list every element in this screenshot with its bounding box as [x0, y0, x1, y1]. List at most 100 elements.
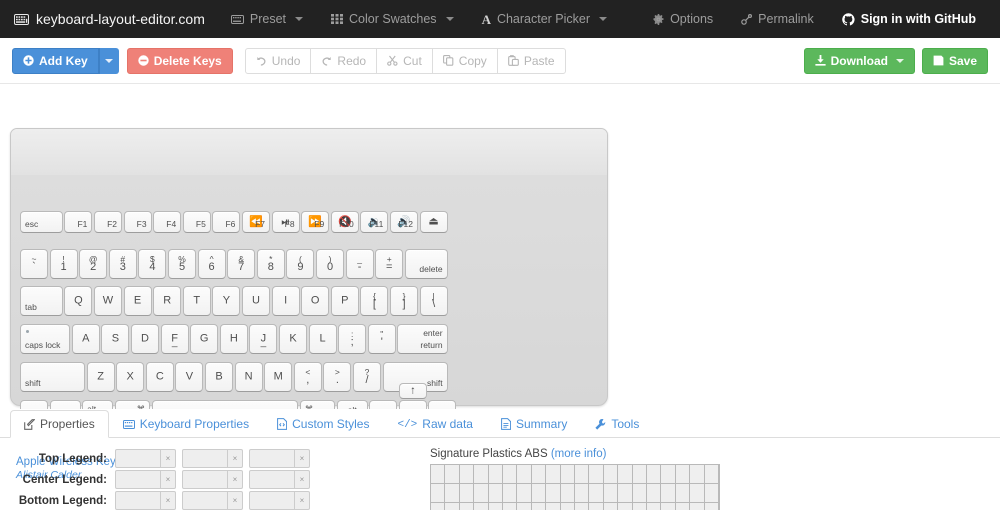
nav-item-character-picker[interactable]: A Character Picker: [468, 0, 621, 38]
cut-button[interactable]: Cut: [376, 48, 433, 74]
swatch-cell[interactable]: [474, 484, 488, 503]
keyboard-key[interactable]: }]: [390, 286, 418, 316]
legend-clear-button[interactable]: ×: [295, 449, 310, 468]
keyboard-key[interactable]: _-: [346, 249, 374, 279]
swatch-cell[interactable]: [474, 465, 488, 484]
swatch-cell[interactable]: [561, 503, 575, 510]
swatch-cell[interactable]: [503, 465, 517, 484]
keyboard-key[interactable]: ↑: [399, 383, 427, 399]
keyboard-key[interactable]: P: [331, 286, 359, 316]
add-key-button[interactable]: Add Key: [12, 48, 99, 74]
swatch-cell[interactable]: [589, 465, 603, 484]
keyboard-key[interactable]: C: [146, 362, 174, 392]
swatch-cell[interactable]: [589, 503, 603, 510]
legend-clear-button[interactable]: ×: [295, 470, 310, 489]
keyboard-canvas[interactable]: escF1F2F3F4F5F6⏪F7⏯F8⏩F9🔇F10🔉F11🔊F12⏏~`!…: [0, 84, 1000, 409]
keyboard-key[interactable]: N: [235, 362, 263, 392]
more-info-link[interactable]: (more info): [551, 448, 607, 460]
swatch-cell[interactable]: [633, 503, 647, 510]
nav-item-options[interactable]: Options: [639, 0, 727, 38]
swatch-cell[interactable]: [561, 465, 575, 484]
paste-button[interactable]: Paste: [497, 48, 566, 74]
keyboard-key[interactable]: ⏩F9: [301, 211, 329, 233]
keyboard-key[interactable]: caps lock: [20, 324, 70, 354]
swatch-cell[interactable]: [532, 484, 546, 503]
keyboard-key[interactable]: E: [124, 286, 152, 316]
swatch-cell[interactable]: [575, 465, 589, 484]
legend-clear-button[interactable]: ×: [295, 491, 310, 510]
swatch-cell[interactable]: [503, 484, 517, 503]
swatch-cell[interactable]: [532, 503, 546, 510]
swatch-cell[interactable]: [575, 484, 589, 503]
swatch-cell[interactable]: [676, 503, 690, 510]
keyboard-key[interactable]: T: [183, 286, 211, 316]
keyboard-key[interactable]: ⏪F7: [242, 211, 270, 233]
legend-clear-button[interactable]: ×: [228, 449, 243, 468]
legend-input[interactable]: [249, 491, 295, 510]
keyboard-key[interactable]: <,: [294, 362, 322, 392]
tab-tools[interactable]: Tools: [581, 410, 653, 438]
keyboard-key[interactable]: shift: [20, 362, 85, 392]
copy-button[interactable]: Copy: [432, 48, 498, 74]
keyboard-key[interactable]: (9: [286, 249, 314, 279]
keyboard-key[interactable]: I: [272, 286, 300, 316]
keyboard-key[interactable]: {[: [360, 286, 388, 316]
legend-clear-button[interactable]: ×: [161, 449, 176, 468]
keyboard-key[interactable]: *8: [257, 249, 285, 279]
swatch-cell[interactable]: [647, 484, 661, 503]
keyboard-key[interactable]: W: [94, 286, 122, 316]
keyboard-key[interactable]: U: [242, 286, 270, 316]
keyboard-key[interactable]: F6: [212, 211, 240, 233]
legend-input[interactable]: [115, 470, 161, 489]
keyboard-key[interactable]: F4: [153, 211, 181, 233]
swatch-cell[interactable]: [474, 503, 488, 510]
keyboard-key[interactable]: O: [301, 286, 329, 316]
swatch-cell[interactable]: [445, 465, 459, 484]
keyboard-key[interactable]: $4: [138, 249, 166, 279]
redo-button[interactable]: Redo: [310, 48, 377, 74]
legend-clear-button[interactable]: ×: [161, 470, 176, 489]
keyboard-key[interactable]: F5: [183, 211, 211, 233]
brand-link[interactable]: keyboard-layout-editor.com: [8, 11, 217, 27]
keyboard-key[interactable]: F_: [161, 324, 189, 354]
swatch-cell[interactable]: [690, 484, 704, 503]
swatch-cell[interactable]: [633, 484, 647, 503]
keyboard-key[interactable]: G: [190, 324, 218, 354]
keyboard-key[interactable]: %5: [168, 249, 196, 279]
keyboard-key[interactable]: K: [279, 324, 307, 354]
keyboard-key[interactable]: )0: [316, 249, 344, 279]
swatch-cell[interactable]: [633, 465, 647, 484]
keyboard-key[interactable]: ⏏: [420, 211, 448, 233]
swatch-cell[interactable]: [690, 465, 704, 484]
keyboard-key[interactable]: F3: [124, 211, 152, 233]
keyboard-key[interactable]: ?/: [353, 362, 381, 392]
nav-item-preset[interactable]: Preset: [217, 0, 317, 38]
keyboard-key[interactable]: 🔊F12: [390, 211, 418, 233]
legend-input[interactable]: [115, 491, 161, 510]
keyboard-key[interactable]: 🔇F10: [331, 211, 359, 233]
keyboard-key[interactable]: B: [205, 362, 233, 392]
tab-summary[interactable]: Summary: [487, 410, 581, 438]
nav-item-sign-in-github[interactable]: Sign in with GitHub: [828, 0, 990, 38]
keyboard-key[interactable]: A: [72, 324, 100, 354]
legend-input[interactable]: [182, 449, 228, 468]
legend-clear-button[interactable]: ×: [161, 491, 176, 510]
swatch-cell[interactable]: [705, 465, 719, 484]
swatch-cell[interactable]: [575, 503, 589, 510]
swatch-cell[interactable]: [647, 465, 661, 484]
keyboard-key[interactable]: tab: [20, 286, 63, 316]
keyboard-key[interactable]: H: [220, 324, 248, 354]
keyboard-key[interactable]: V: [175, 362, 203, 392]
swatch-cell[interactable]: [604, 465, 618, 484]
swatch-cell[interactable]: [561, 484, 575, 503]
keyboard-key[interactable]: Q: [64, 286, 92, 316]
keyboard-key[interactable]: ^6: [198, 249, 226, 279]
swatch-cell[interactable]: [546, 465, 560, 484]
delete-keys-button[interactable]: Delete Keys: [127, 48, 233, 74]
legend-input[interactable]: [249, 470, 295, 489]
swatch-cell[interactable]: [589, 484, 603, 503]
keyboard-key[interactable]: X: [116, 362, 144, 392]
keyboard-key[interactable]: |\: [420, 286, 448, 316]
swatch-cell[interactable]: [517, 503, 531, 510]
keyboard-key[interactable]: +=: [375, 249, 403, 279]
